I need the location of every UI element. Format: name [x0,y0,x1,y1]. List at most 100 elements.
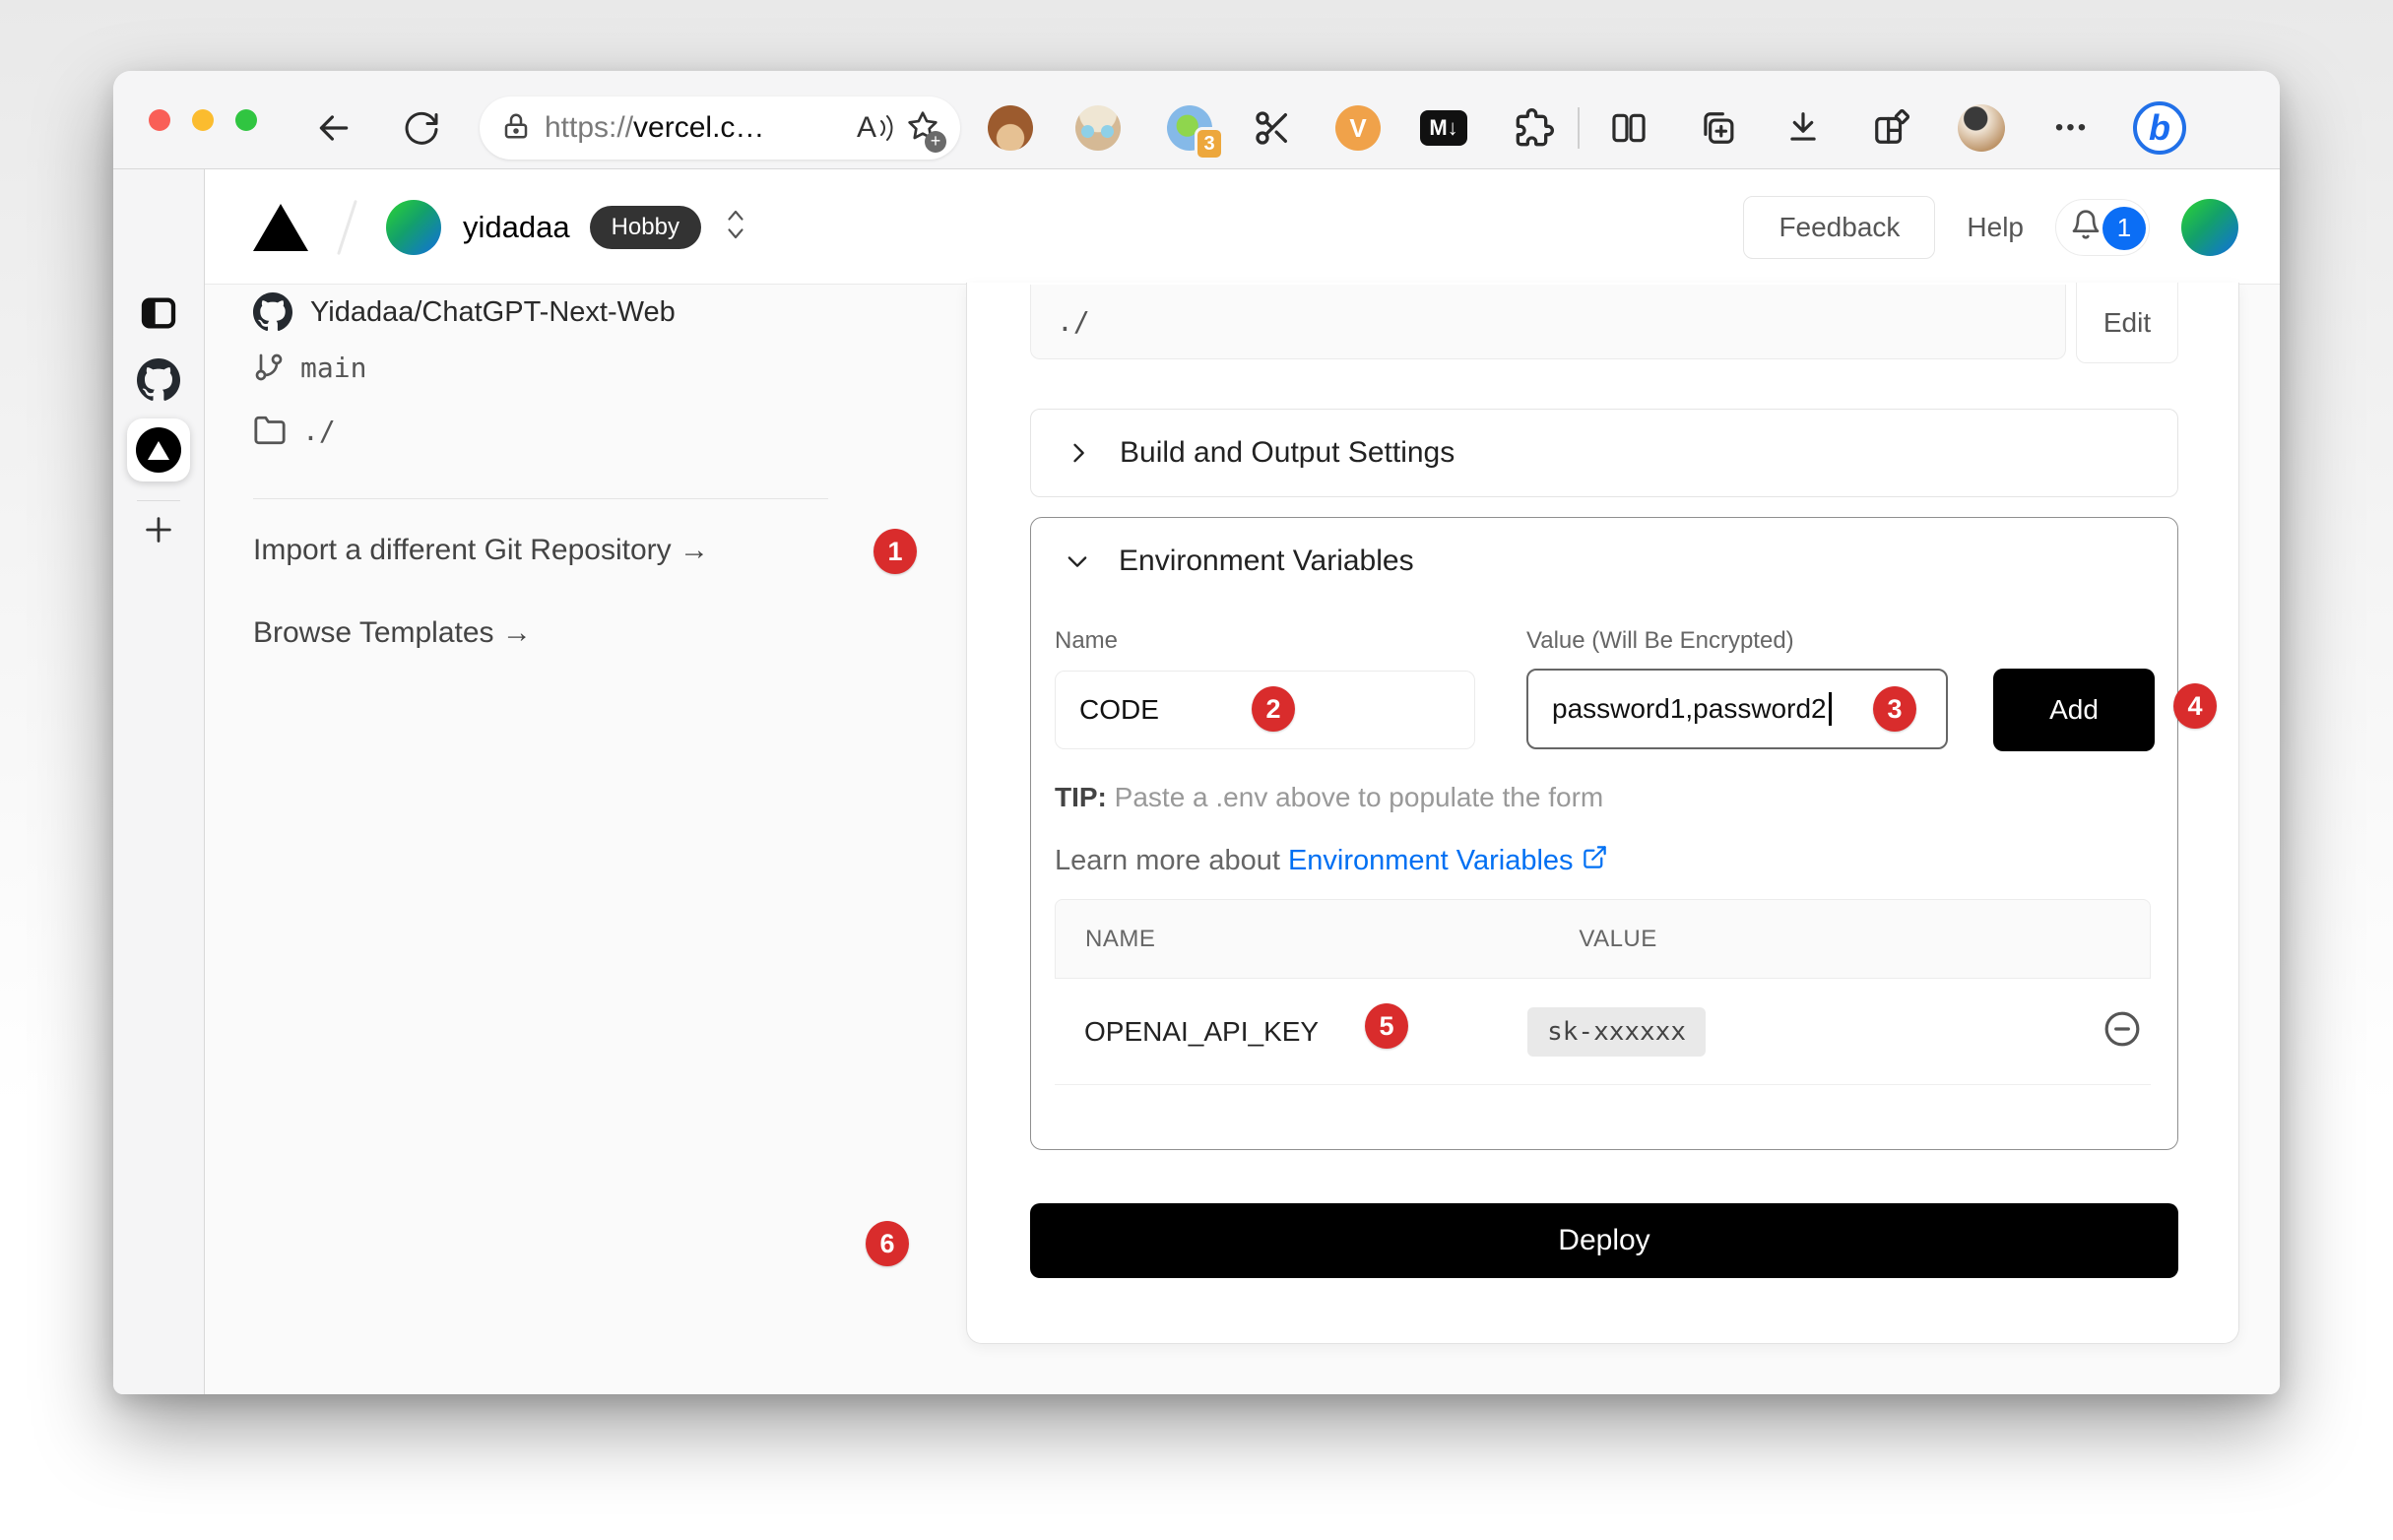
back-icon[interactable] [306,100,361,156]
folder-icon [253,414,287,447]
plan-badge: Hobby [590,206,701,249]
annotation-badge-4: 4 [2173,683,2217,729]
value-label: Value (Will Be Encrypted) [1526,627,1794,655]
team-avatar[interactable] [386,200,441,255]
persona-icon[interactable] [1070,100,1126,156]
tampermonkey-icon[interactable] [983,100,1038,156]
read-aloud-icon[interactable]: A [857,111,893,145]
team-name[interactable]: yidadaa [463,210,570,245]
url-host: vercel.c… [633,111,764,144]
learn-more-prefix: Learn more about [1055,845,1280,877]
github-icon [253,292,292,332]
annotation-badge-2: 2 [1252,686,1295,732]
import-different-repo-link[interactable]: Import a different Git Repository → [253,534,709,567]
learn-more-row: Learn more about Environment Variables [1055,844,1608,878]
zoom-window-button[interactable] [235,109,257,131]
vercel-triangle-icon [148,441,169,460]
env-value-text: password1,password2 [1552,693,1827,725]
env-name-value: CODE [1079,694,1159,726]
root-directory-value: ./ [1057,305,1090,338]
bing-chat-icon[interactable]: b [2132,100,2187,156]
screenshot-stage: https://vercel.c… A + [0,0,2393,1540]
branch-row: main [253,348,366,387]
browser-window: https://vercel.c… A + [113,71,2280,1394]
left-divider [253,498,828,499]
markdown-download-icon[interactable]: M↓ [1416,100,1471,156]
vercel-page: yidadaa Hobby Feedback Help 1 [204,169,2280,1394]
tip-label: TIP: [1055,782,1107,812]
settings-dots-icon[interactable]: ••• [2044,100,2100,156]
chevron-right-icon [1065,439,1092,467]
root-directory-field[interactable]: ./ [1030,285,2066,359]
refresh-icon[interactable] [394,100,449,156]
vimium-icon[interactable]: V [1330,100,1386,156]
tab-panel-icon[interactable] [113,284,204,343]
environment-variables-title: Environment Variables [1119,545,1414,578]
profile-avatar[interactable] [1954,100,2009,156]
close-window-button[interactable] [149,109,170,131]
collections-icon[interactable] [1689,100,1744,156]
external-link-icon[interactable] [1582,844,1608,878]
extension-count-badge: 3 [1195,127,1224,160]
root-dir-text: ./ [302,415,336,447]
address-bar[interactable]: https://vercel.c… A + [480,96,960,160]
build-output-settings-section[interactable]: Build and Output Settings [1030,409,2178,497]
tip-text: TIP: Paste a .env above to populate the … [1055,782,1603,813]
proxy-icon[interactable]: 3 [1162,100,1217,156]
user-avatar[interactable] [2181,199,2238,256]
lock-icon [501,111,531,146]
tip-body: Paste a .env above to populate the form [1107,782,1603,812]
team-switcher-chevrons-icon[interactable] [723,205,748,249]
row-divider [1055,1084,2151,1085]
puzzle-extension-icon[interactable] [1507,100,1562,156]
favorite-add-icon[interactable]: + [907,110,938,147]
vertical-tab-strip [113,169,204,1394]
remove-env-var-icon[interactable] [2103,1010,2141,1053]
minimize-window-button[interactable] [192,109,214,131]
repo-row: Yidadaa/ChatGPT-Next-Web [253,290,676,334]
vercel-tab-icon[interactable] [127,418,190,481]
browse-templates-link[interactable]: Browse Templates → [253,616,532,650]
root-dir-row: ./ [253,411,336,450]
repo-name: Yidadaa/ChatGPT-Next-Web [310,296,676,329]
feedback-button[interactable]: Feedback [1743,196,1935,259]
scissors-icon[interactable] [1245,100,1300,156]
value-column-header: VALUE [1579,926,1656,953]
import-content: Yidadaa/ChatGPT-Next-Web main ./ Import … [205,285,2280,1394]
url-scheme: https:// [545,111,633,144]
name-column-header: NAME [1085,926,1155,953]
download-icon[interactable] [1776,100,1831,156]
text-cursor [1829,692,1832,726]
env-table-row: OPENAI_API_KEY sk-xxxxxx [1055,979,2151,1084]
github-tab-icon[interactable] [113,351,204,410]
env-row-value-chip: sk-xxxxxx [1527,1007,1706,1057]
header-breadcrumb: yidadaa Hobby [253,169,748,285]
name-label: Name [1055,627,1118,655]
add-button[interactable]: Add [1993,669,2155,751]
annotation-badge-6: 6 [866,1221,909,1266]
notifications-button[interactable]: 1 [2055,199,2150,256]
annotation-badge-5: 5 [1365,1003,1408,1049]
vercel-logo-icon[interactable] [253,204,308,251]
new-tab-plus-icon[interactable] [113,500,204,559]
help-link[interactable]: Help [1967,212,2024,243]
browser-essentials-icon[interactable] [1863,100,1918,156]
env-table-header: NAME VALUE [1055,899,2151,979]
annotation-badge-3: 3 [1873,686,1916,732]
url-text: https://vercel.c… [545,111,764,145]
chevron-down-icon [1064,547,1091,575]
build-output-settings-title: Build and Output Settings [1120,436,1455,470]
vercel-header: yidadaa Hobby Feedback Help 1 [205,169,2280,285]
browser-toolbar: https://vercel.c… A + [113,71,2280,169]
header-actions: Feedback Help 1 [1743,169,2238,285]
annotation-badge-1: 1 [873,529,917,574]
git-branch-icon [253,352,285,383]
edit-button[interactable]: Edit [2076,283,2178,363]
environment-variables-header[interactable]: Environment Variables [1030,517,2178,606]
toolbar-separator [1578,107,1580,149]
env-row-name: OPENAI_API_KEY [1084,1016,1319,1048]
deploy-button[interactable]: Deploy [1030,1203,2178,1278]
bell-icon [2070,209,2102,245]
environment-variables-link[interactable]: Environment Variables [1288,845,1574,877]
split-screen-icon[interactable] [1601,100,1656,156]
